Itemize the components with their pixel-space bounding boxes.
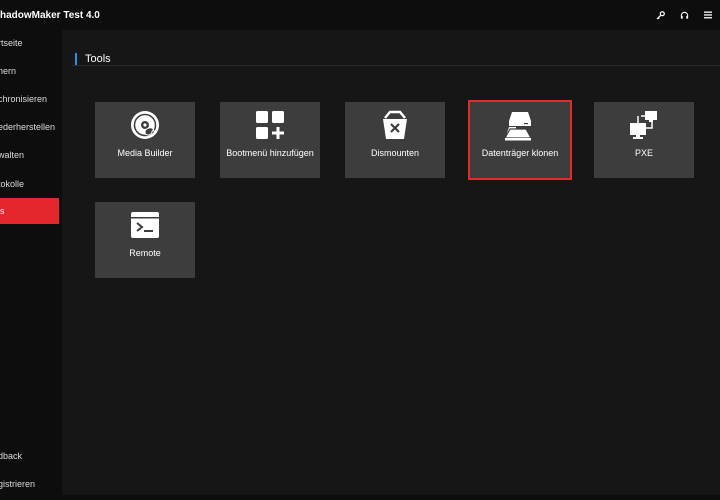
tool-tile-clone-disk[interactable]: Datenträger klonen — [468, 100, 572, 180]
tool-tile-label: PXE — [634, 148, 653, 158]
sidebar-item-label: rtseite — [0, 38, 23, 48]
sidebar-item-label: gistrieren — [0, 479, 36, 489]
sidebar-item-label: walten — [0, 150, 25, 160]
sidebar-item-logs[interactable]: tokolle — [0, 171, 59, 197]
title-bar-controls — [648, 8, 720, 22]
tool-tile-media-builder[interactable]: Media Builder — [95, 102, 195, 178]
sidebar-item-label: tokolle — [0, 179, 25, 189]
title-bar: hadowMaker Test 4.0 — [0, 0, 720, 30]
tool-tile-add-boot-menu[interactable]: Bootmenü hinzufügen — [220, 102, 320, 178]
sidebar-item-label: ls — [0, 206, 5, 216]
page-title: Tools — [85, 53, 111, 65]
dismount-icon — [379, 109, 411, 141]
sidebar: rtseite hern chronisieren ederherstellen… — [0, 30, 59, 500]
tool-tile-pxe[interactable]: PXE — [594, 102, 694, 178]
add-boot-menu-icon — [254, 109, 286, 141]
sidebar-item-label: hern — [0, 66, 17, 76]
sidebar-item-manage[interactable]: walten — [0, 142, 59, 168]
sidebar-item-sync[interactable]: chronisieren — [0, 86, 59, 112]
section-header: Tools — [75, 52, 111, 66]
sidebar-item-label: dback — [0, 451, 23, 461]
menu-icon[interactable] — [696, 8, 720, 22]
clone-disk-icon — [503, 109, 536, 141]
section-accent-bar — [75, 52, 77, 66]
sidebar-item-home[interactable]: rtseite — [0, 30, 59, 56]
app-window: hadowMaker Test 4.0 rtseite hern chronis… — [0, 0, 720, 500]
sidebar-item-tools[interactable]: ls — [0, 198, 59, 224]
window-bottom-edge — [0, 495, 720, 500]
tool-tile-label: Bootmenü hinzufügen — [226, 148, 314, 158]
sidebar-item-backup[interactable]: hern — [0, 58, 59, 84]
media-builder-disc-icon — [129, 109, 161, 141]
tool-tile-label: Dismounten — [370, 148, 420, 158]
tool-tile-label: Remote — [129, 248, 161, 258]
sidebar-item-feedback[interactable]: dback — [0, 443, 59, 469]
tool-tile-remote[interactable]: Remote — [95, 202, 195, 278]
remote-console-icon — [129, 209, 161, 241]
key-icon[interactable] — [648, 8, 672, 22]
tool-tile-dismount[interactable]: Dismounten — [345, 102, 445, 178]
tool-tile-label: Media Builder — [117, 148, 173, 158]
headset-icon[interactable] — [672, 8, 696, 22]
sidebar-item-label: chronisieren — [0, 94, 48, 104]
header-divider — [72, 65, 720, 66]
pxe-network-icon — [628, 109, 660, 141]
sidebar-item-register[interactable]: gistrieren — [0, 471, 59, 497]
sidebar-item-label: ederherstellen — [0, 122, 56, 132]
window-title: hadowMaker Test 4.0 — [0, 10, 100, 21]
main-panel: Tools Media Builder Bootmenü hinzufügen … — [62, 30, 720, 495]
tool-tile-label: Datenträger klonen — [481, 148, 559, 158]
sidebar-item-restore[interactable]: ederherstellen — [0, 114, 59, 140]
